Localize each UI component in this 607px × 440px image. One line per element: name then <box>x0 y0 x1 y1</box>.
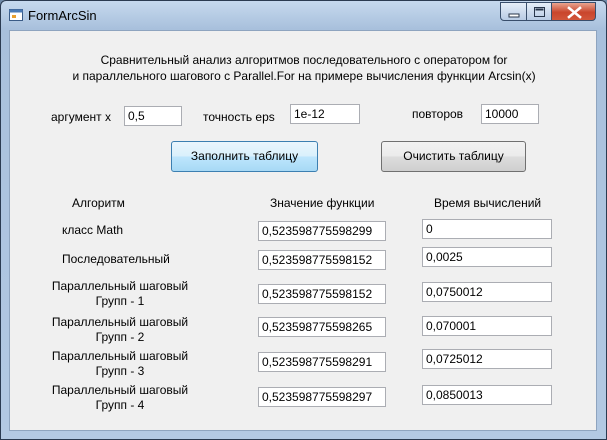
row-value-parallel-4[interactable]: 0,523598775598297 <box>258 387 386 407</box>
row-value-parallel-1[interactable]: 0,523598775598152 <box>258 284 386 304</box>
minimize-button[interactable] <box>500 2 527 21</box>
maximize-icon <box>534 7 545 17</box>
row-label-line: Групп - 3 <box>95 364 145 378</box>
row-value-parallel-3[interactable]: 0,523598775598291 <box>258 352 386 372</box>
repeat-input[interactable]: 10000 <box>481 104 539 124</box>
row-label-line: Параллельный шаговый <box>51 279 189 293</box>
minimize-icon <box>508 13 520 18</box>
row-label-parallel-1: Параллельный шаговый Групп - 1 <box>50 279 190 309</box>
eps-input[interactable]: 1e-12 <box>290 104 360 124</box>
arg-label: аргумент x <box>51 110 111 124</box>
row-time-parallel-4[interactable]: 0,0850013 <box>422 385 552 405</box>
form-client-area: Сравнительный анализ алгоритмов последов… <box>9 30 597 431</box>
row-label-sequential: Последовательный <box>62 252 170 266</box>
row-label-parallel-2: Параллельный шаговый Групп - 2 <box>50 315 190 345</box>
row-label-parallel-3: Параллельный шаговый Групп - 3 <box>50 349 190 379</box>
header-value: Значение функции <box>270 196 375 210</box>
form-icon <box>9 8 23 22</box>
row-value-parallel-2[interactable]: 0,523598775598265 <box>258 317 386 337</box>
row-label-line: Групп - 2 <box>95 330 145 344</box>
row-time-parallel-2[interactable]: 0,070001 <box>422 316 552 336</box>
row-label-line: Параллельный шаговый <box>51 315 189 329</box>
header-algorithm: Алгоритм <box>72 196 125 210</box>
row-value-math[interactable]: 0,523598775598299 <box>258 221 386 241</box>
eps-label: точность eps <box>203 110 275 124</box>
close-button[interactable] <box>551 2 596 21</box>
heading-line-1: Сравнительный анализ алгоритмов последов… <box>100 53 508 67</box>
row-label-line: Параллельный шаговый <box>51 349 189 363</box>
header-time: Время вычислений <box>434 196 542 210</box>
fill-table-button[interactable]: Заполнить таблицу <box>171 141 318 172</box>
row-value-sequential[interactable]: 0,523598775598152 <box>258 250 386 270</box>
close-icon <box>567 6 582 19</box>
arg-input[interactable]: 0,5 <box>124 106 182 126</box>
maximize-button[interactable] <box>526 2 552 21</box>
row-time-parallel-3[interactable]: 0,0725012 <box>422 349 552 369</box>
row-label-math: класс Math <box>62 223 124 237</box>
title-bar[interactable]: FormArcSin <box>1 1 606 29</box>
app-window: FormArcSin Сравнительный анализ алгоритм… <box>0 0 607 440</box>
clear-table-button[interactable]: Очистить таблицу <box>381 141 526 172</box>
row-time-math[interactable]: 0 <box>422 219 552 239</box>
row-time-parallel-1[interactable]: 0,0750012 <box>422 282 552 302</box>
row-label-line: Групп - 4 <box>95 398 145 412</box>
row-label-parallel-4: Параллельный шаговый Групп - 4 <box>50 383 190 413</box>
heading-line-2: и параллельного шагового с Parallel.For … <box>72 69 536 83</box>
row-label-line: Групп - 1 <box>95 294 145 308</box>
repeat-label: повторов <box>412 107 464 121</box>
row-label-line: Параллельный шаговый <box>51 383 189 397</box>
window-title: FormArcSin <box>28 8 97 23</box>
row-time-sequential[interactable]: 0,0025 <box>422 247 552 267</box>
